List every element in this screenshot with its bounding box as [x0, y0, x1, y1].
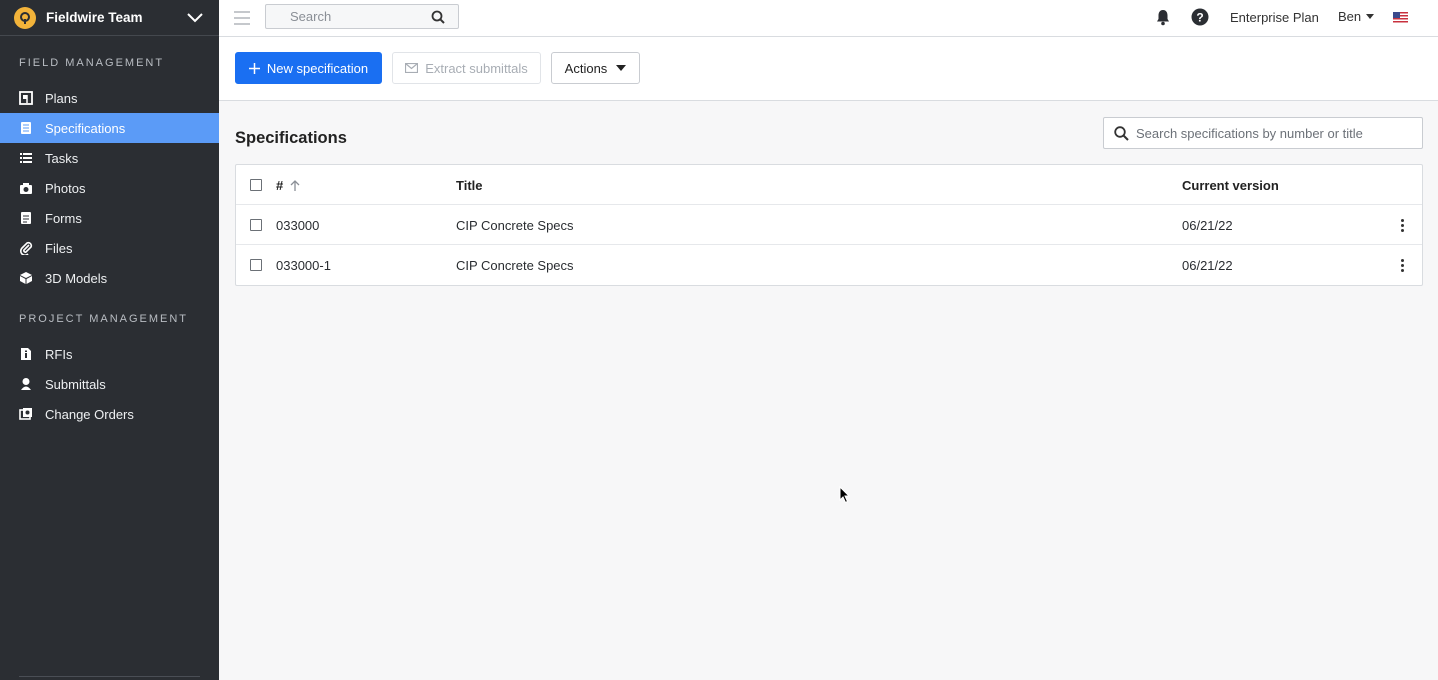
select-all-cell: [250, 165, 262, 205]
field-management-heading: FIELD MANAGEMENT: [19, 57, 165, 69]
project-management-nav: RFIs Submittals Change Orders: [0, 339, 219, 429]
sidebar: Fieldwire Team FIELD MANAGEMENT Plans Sp…: [0, 0, 219, 680]
plus-icon: [248, 62, 260, 74]
search-icon[interactable]: [431, 10, 445, 27]
extract-submittals-label: Extract submittals: [425, 60, 528, 76]
sidebar-item-specifications[interactable]: Specifications: [0, 113, 219, 143]
row-checkbox[interactable]: [250, 219, 262, 231]
spec-title: CIP Concrete Specs: [456, 217, 574, 233]
team-switcher[interactable]: Fieldwire Team: [0, 0, 219, 36]
submittals-icon: [18, 377, 33, 392]
plan-label[interactable]: Enterprise Plan: [1230, 10, 1319, 25]
version-column-header[interactable]: Current version: [1182, 165, 1279, 205]
help-icon[interactable]: ?: [1191, 8, 1209, 29]
rfi-icon: [18, 347, 33, 362]
spec-number: 033000-1: [276, 257, 331, 273]
sidebar-item-3d-models[interactable]: 3D Models: [0, 263, 219, 293]
specifications-search: [1103, 117, 1423, 149]
row-select-cell: [250, 245, 262, 285]
row-checkbox[interactable]: [250, 259, 262, 271]
toolbar: New specification Extract submittals Act…: [219, 37, 1438, 101]
sidebar-item-label: 3D Models: [45, 270, 108, 286]
user-name: Ben: [1338, 9, 1362, 24]
sidebar-item-forms[interactable]: Forms: [0, 203, 219, 233]
camera-icon: [18, 181, 33, 196]
specifications-table: # Title Current version 033000 CIP Concr…: [235, 164, 1423, 286]
top-bar: ? Enterprise Plan Ben: [219, 0, 1438, 37]
sidebar-item-files[interactable]: Files: [0, 233, 219, 263]
actions-dropdown-button[interactable]: Actions: [551, 52, 640, 84]
sidebar-item-submittals[interactable]: Submittals: [0, 369, 219, 399]
change-orders-icon: [18, 407, 33, 422]
sort-ascending-icon[interactable]: [290, 179, 300, 191]
sidebar-item-photos[interactable]: Photos: [0, 173, 219, 203]
sidebar-item-label: RFIs: [45, 346, 73, 362]
fieldwire-logo-icon: [14, 6, 36, 29]
new-specification-button[interactable]: New specification: [235, 52, 382, 84]
sidebar-item-tasks[interactable]: Tasks: [0, 143, 219, 173]
caret-down-icon: [1366, 14, 1375, 19]
spec-version: 06/21/22: [1182, 257, 1233, 273]
mouse-cursor-icon: [839, 485, 851, 507]
svg-text:?: ?: [1196, 11, 1203, 25]
envelope-icon: [405, 63, 419, 73]
search-icon: [1114, 126, 1129, 144]
select-all-checkbox[interactable]: [250, 179, 262, 191]
table-row[interactable]: 033000-1 CIP Concrete Specs 06/21/22: [236, 245, 1422, 285]
menu-icon[interactable]: [234, 11, 250, 25]
page-title: Specifications: [235, 129, 347, 147]
paperclip-icon: [18, 241, 33, 256]
spec-version: 06/21/22: [1182, 217, 1233, 233]
sidebar-item-rfis[interactable]: RFIs: [0, 339, 219, 369]
caret-down-icon: [616, 65, 627, 71]
project-management-heading: PROJECT MANAGEMENT: [19, 313, 189, 325]
sidebar-item-label: Plans: [45, 90, 78, 106]
chevron-down-icon[interactable]: [185, 8, 205, 28]
more-options-icon[interactable]: [1396, 245, 1408, 285]
spec-title: CIP Concrete Specs: [456, 257, 574, 273]
tasks-icon: [18, 151, 33, 166]
specifications-search-input[interactable]: [1104, 118, 1422, 148]
sidebar-item-plans[interactable]: Plans: [0, 83, 219, 113]
us-flag-icon[interactable]: [1393, 11, 1408, 23]
sidebar-item-label: Photos: [45, 180, 86, 196]
divider: [19, 676, 200, 677]
sidebar-item-change-orders[interactable]: Change Orders: [0, 399, 219, 429]
field-management-nav: Plans Specifications Tasks Photos Forms: [0, 83, 219, 293]
new-specification-label: New specification: [266, 60, 369, 76]
number-column-header[interactable]: #: [276, 165, 300, 205]
cube-icon: [18, 271, 33, 286]
number-header-label: #: [276, 177, 284, 193]
row-select-cell: [250, 205, 262, 245]
global-search: [265, 4, 459, 29]
plans-icon: [18, 91, 33, 106]
extract-submittals-button[interactable]: Extract submittals: [392, 52, 541, 84]
sidebar-item-label: Change Orders: [45, 406, 134, 422]
more-options-icon[interactable]: [1396, 205, 1408, 245]
team-name: Fieldwire Team: [46, 10, 143, 25]
forms-icon: [18, 211, 33, 226]
sidebar-item-label: Files: [45, 240, 73, 256]
table-header-row: # Title Current version: [236, 165, 1422, 205]
sidebar-item-label: Forms: [45, 210, 82, 226]
bell-icon[interactable]: [1155, 9, 1171, 29]
sidebar-item-label: Submittals: [45, 376, 106, 392]
table-row[interactable]: 033000 CIP Concrete Specs 06/21/22: [236, 205, 1422, 245]
user-menu[interactable]: Ben: [1338, 9, 1375, 24]
sidebar-item-label: Specifications: [45, 120, 126, 136]
title-column-header[interactable]: Title: [456, 165, 483, 205]
actions-label: Actions: [564, 60, 608, 76]
sidebar-item-label: Tasks: [45, 150, 79, 166]
spec-number: 033000: [276, 217, 320, 233]
main-content: Specifications # Title Current version 0…: [219, 101, 1438, 680]
specifications-icon: [18, 121, 33, 136]
global-search-input[interactable]: [266, 9, 426, 24]
